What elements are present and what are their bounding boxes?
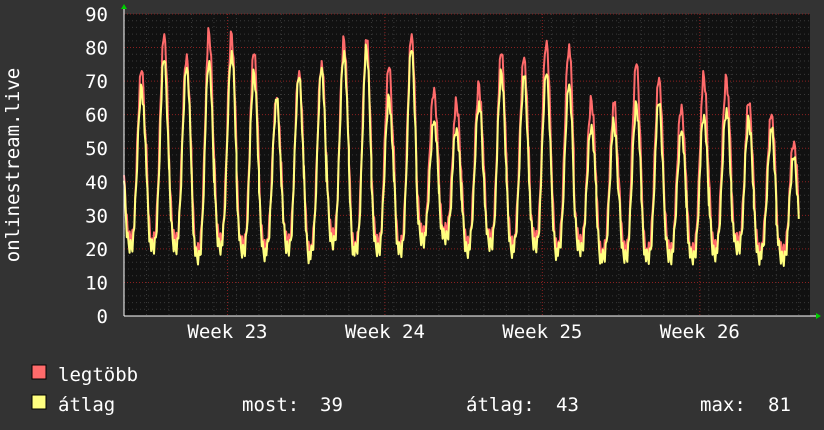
x-tick-label: Week 24 — [345, 321, 425, 343]
stat-avg-value: 43 — [556, 394, 579, 416]
chart-svg: 0 10 20 30 40 50 60 70 80 90 Week 23 Week 24 Week 2… — [0, 0, 824, 430]
y-tick-label: 10 — [85, 272, 108, 294]
legend-label-avg: átlag — [58, 394, 115, 416]
y-tick-label: 80 — [85, 38, 108, 60]
stat-now-label: most: — [242, 394, 299, 416]
legend-swatch-max — [31, 364, 47, 380]
stat-avg-label: átlag: — [466, 394, 535, 416]
legend-label-max: legtöbb — [58, 364, 138, 386]
x-tick-label: Week 25 — [502, 321, 582, 343]
y-tick-label: 30 — [85, 205, 108, 227]
x-tick-label: Week 23 — [187, 321, 267, 343]
y-axis-label: onlinestream.live — [2, 68, 24, 262]
y-tick-label: 0 — [97, 306, 108, 328]
stat-max-value: 81 — [768, 394, 791, 416]
y-tick-label: 20 — [85, 239, 108, 261]
stat-now-value: 39 — [320, 394, 343, 416]
chart-root: 0 10 20 30 40 50 60 70 80 90 Week 23 Week 24 Week 2… — [0, 0, 824, 430]
y-tick-label: 70 — [85, 71, 108, 93]
y-tick-label: 50 — [85, 138, 108, 160]
y-tick-label: 90 — [85, 4, 108, 26]
y-tick-label: 40 — [85, 172, 108, 194]
y-tick-label: 60 — [85, 105, 108, 127]
x-tick-label: Week 26 — [660, 321, 740, 343]
legend-swatch-avg — [31, 394, 47, 410]
stat-max-label: max: — [700, 394, 746, 416]
